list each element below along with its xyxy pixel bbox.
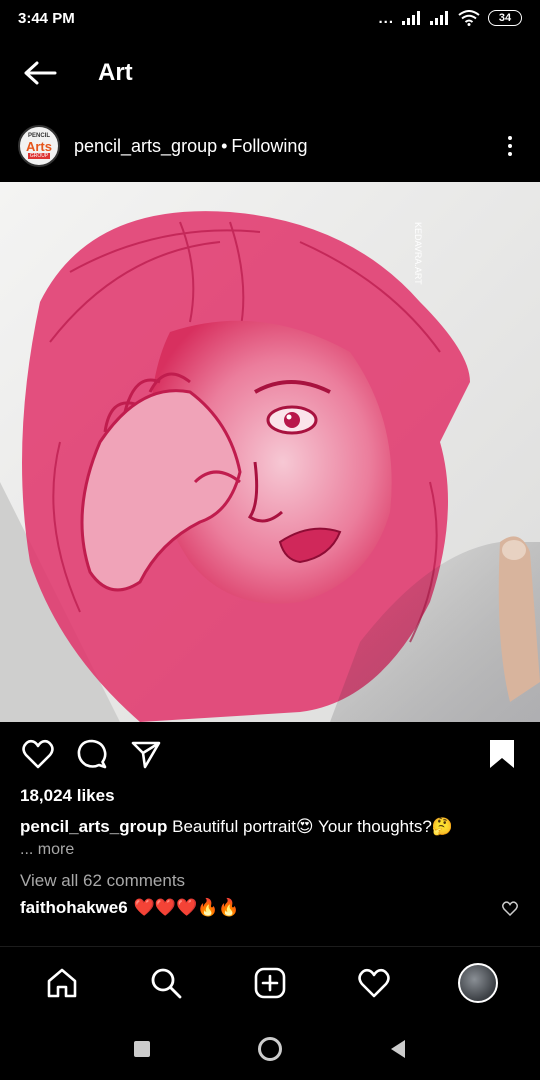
heart-icon — [358, 968, 390, 998]
avatar-text-bottom: GROUP — [27, 153, 51, 159]
profile-avatar — [458, 963, 498, 1003]
back-system-button[interactable] — [378, 1029, 418, 1069]
more-dot — [508, 136, 512, 140]
app-bar: Art — [0, 44, 540, 102]
triangle-back-icon — [391, 1040, 405, 1058]
home-system-button[interactable] — [250, 1029, 290, 1069]
comment-preview: faithohakwe6 ❤️❤️❤️🔥🔥 — [20, 898, 520, 918]
signal-icon — [402, 11, 420, 25]
send-icon — [131, 741, 161, 769]
system-nav-bar — [0, 1018, 540, 1080]
search-icon — [151, 968, 182, 999]
likes-count[interactable]: 18,024 likes — [20, 786, 115, 806]
more-dot — [508, 152, 512, 156]
post-image[interactable]: KEDAVRA.ART — [0, 182, 540, 722]
divider — [0, 946, 540, 947]
watermark-text: KEDAVRA.ART — [413, 222, 423, 285]
avatar[interactable]: PENCIL Arts GROUP — [18, 125, 60, 167]
square-icon — [134, 1041, 150, 1057]
more-options-button[interactable] — [498, 126, 522, 166]
nav-search[interactable] — [142, 959, 190, 1007]
battery-icon: 34 — [488, 10, 522, 26]
status-bar: 3:44 PM ... 34 — [0, 0, 540, 36]
nav-create[interactable] — [246, 959, 294, 1007]
bottom-nav — [0, 950, 540, 1016]
author-username[interactable]: pencil_arts_group — [74, 136, 217, 156]
post-header: PENCIL Arts GROUP pencil_arts_group • Foll… — [0, 118, 540, 174]
home-icon — [47, 968, 77, 998]
caption-username[interactable]: pencil_arts_group — [20, 817, 167, 836]
circle-icon — [258, 1037, 282, 1061]
nav-home[interactable] — [38, 959, 86, 1007]
comment-username[interactable]: faithohakwe6 — [20, 898, 128, 918]
comment-button[interactable] — [72, 734, 112, 774]
caption: pencil_arts_group Beautiful portrait😍 Yo… — [20, 815, 520, 839]
nav-activity[interactable] — [350, 959, 398, 1007]
more-dot — [508, 144, 512, 148]
view-comments-link[interactable]: View all 62 comments — [20, 871, 185, 891]
signal-icon-2 — [430, 11, 448, 25]
save-button[interactable] — [482, 734, 522, 774]
status-icons: ... 34 — [378, 10, 522, 27]
caption-more-link[interactable]: ... more — [20, 841, 74, 859]
nav-profile[interactable] — [454, 959, 502, 1007]
recent-apps-button[interactable] — [122, 1029, 162, 1069]
comment-text: ❤️❤️❤️🔥🔥 — [133, 898, 240, 917]
avatar-text-main: Arts — [25, 139, 52, 154]
notification-dots-icon: ... — [378, 9, 394, 27]
bookmark-filled-icon — [490, 740, 514, 768]
add-post-icon — [254, 967, 286, 999]
status-time: 3:44 PM — [18, 9, 75, 27]
share-button[interactable] — [126, 734, 166, 774]
comment-like-button[interactable] — [500, 898, 520, 918]
following-status[interactable]: Following — [231, 136, 307, 156]
heart-icon — [502, 900, 518, 916]
separator-dot: • — [221, 135, 228, 156]
portrait-sketch-illustration: KEDAVRA.ART — [0, 182, 540, 722]
arrow-left-icon — [24, 61, 57, 85]
post-actions — [0, 730, 540, 778]
like-button[interactable] — [18, 734, 58, 774]
heart-icon — [22, 739, 54, 769]
page-title: Art — [98, 59, 133, 86]
comment-icon — [77, 739, 107, 769]
post-author: pencil_arts_group • Following — [74, 136, 498, 157]
back-button[interactable] — [0, 44, 80, 102]
caption-text: Beautiful portrait😍 Your thoughts?🤔 — [172, 817, 453, 836]
wifi-icon — [458, 10, 480, 26]
